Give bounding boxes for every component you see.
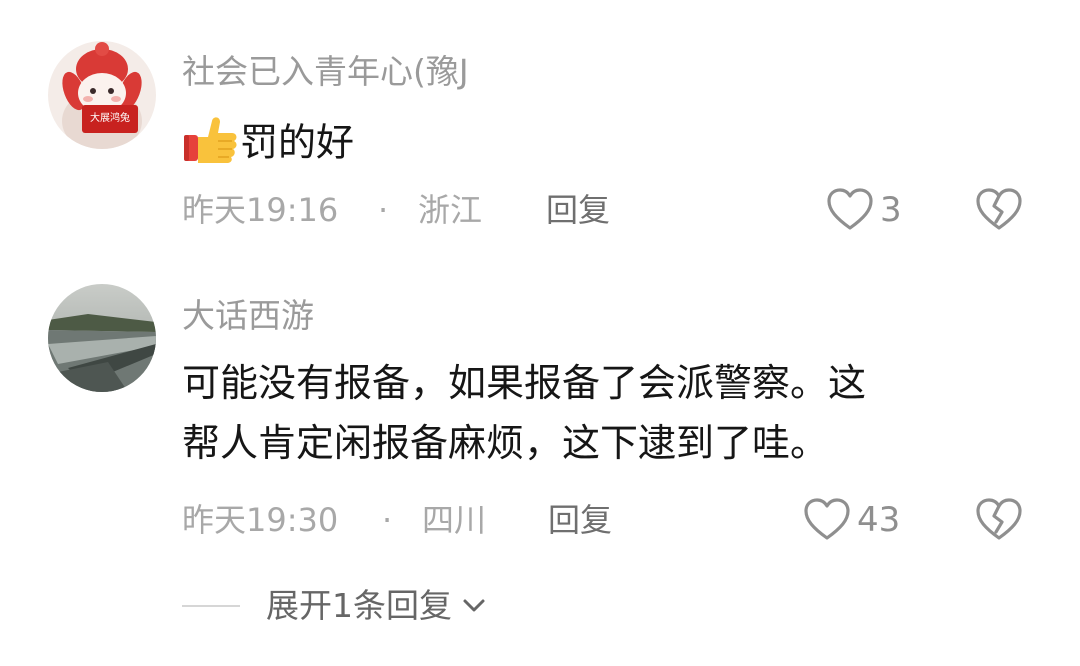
comment-text: 罚的好 [182, 110, 354, 173]
avatar[interactable] [48, 284, 156, 392]
thumbs-up-icon [182, 113, 240, 165]
comment-item: 大话西游 可能没有报备，如果报备了会派警察。这 帮人肯定闲报备麻烦，这下逮到了哇… [0, 260, 1080, 560]
reply-button[interactable]: 回复 [548, 498, 612, 542]
comment-time: 昨天19:30 [182, 501, 339, 539]
comment-time: 昨天19:16 [182, 191, 339, 229]
chevron-down-icon [463, 599, 485, 612]
heart-icon [803, 496, 851, 544]
comment-body-line-1: 可能没有报备，如果报备了会派警察。这 [182, 361, 867, 405]
comment-meta: 昨天19:30 · 四川 回复 [182, 498, 1042, 542]
comment-username[interactable]: 社会已入青年心(豫J [182, 52, 469, 92]
comment-body: 罚的好 [240, 120, 355, 165]
dislike-button[interactable] [975, 496, 1023, 544]
comment-text: 可能没有报备，如果报备了会派警察。这 帮人肯定闲报备麻烦，这下逮到了哇。 [182, 353, 866, 473]
broken-heart-icon [975, 498, 1023, 548]
comment-username[interactable]: 大话西游 [182, 296, 314, 336]
meta-separator: · [382, 501, 393, 539]
like-button[interactable]: 3 [826, 186, 902, 234]
meta-separator: · [378, 191, 389, 229]
like-count: 3 [880, 190, 902, 230]
expand-replies-button[interactable]: 展开1条回复 [266, 582, 488, 630]
comment-meta: 昨天19:16 · 浙江 回复 [182, 188, 1042, 232]
divider-line [182, 605, 240, 607]
comment-item: 大展鸿兔 社会已入青年心(豫J 罚的好 昨天19:16 · 浙江 回复 3 [0, 0, 1080, 260]
comment-body-line-2: 帮人肯定闲报备麻烦，这下逮到了哇。 [182, 421, 829, 465]
expand-replies-label: 展开1条回复 [266, 586, 452, 625]
dislike-button[interactable] [975, 186, 1023, 234]
avatar[interactable]: 大展鸿兔 [48, 41, 156, 149]
comment-location: 浙江 [418, 191, 483, 229]
expand-replies: 展开1条回复 [182, 582, 682, 630]
rabbit-avatar-image [48, 41, 156, 149]
comment-location: 四川 [422, 501, 487, 539]
like-count: 43 [857, 500, 901, 540]
heart-icon [826, 186, 874, 234]
reply-button[interactable]: 回复 [546, 188, 610, 232]
avatar-badge-text: 大展鸿兔 [90, 113, 130, 124]
like-button[interactable]: 43 [803, 496, 900, 544]
broken-heart-icon [975, 188, 1023, 238]
river-avatar-image [48, 284, 156, 392]
